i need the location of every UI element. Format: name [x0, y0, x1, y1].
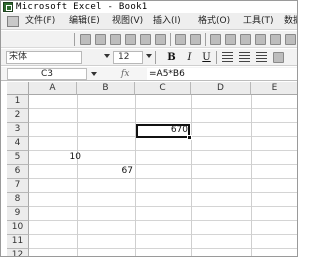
- menu-tools[interactable]: 工具(T): [243, 13, 274, 30]
- print-icon[interactable]: [140, 34, 151, 45]
- font-name-value: 宋体: [9, 52, 28, 62]
- font-name-select[interactable]: 宋体: [6, 51, 82, 64]
- formula-bar: C3 fx =A5*B6: [1, 67, 297, 81]
- menu-data[interactable]: 数据: [284, 13, 297, 30]
- spelling-icon[interactable]: [175, 34, 186, 45]
- print-preview-icon[interactable]: [155, 34, 166, 45]
- title-bar: Microsoft Excel - Book1: [1, 1, 297, 13]
- font-size-dropdown-icon[interactable]: [146, 54, 152, 58]
- open-icon[interactable]: [95, 34, 106, 45]
- name-box-dropdown-icon[interactable]: [91, 72, 97, 76]
- row-header[interactable]: 2: [7, 109, 29, 123]
- menu-bar: 文件(F) 编辑(E) 视图(V) 插入(I) 格式(O) 工具(T) 数据: [1, 13, 297, 30]
- formula-text: =A5*B6: [149, 69, 185, 79]
- column-header-c[interactable]: C: [135, 82, 191, 95]
- toolbar-separator: [155, 51, 156, 64]
- merge-center-icon[interactable]: [273, 52, 284, 63]
- underline-button[interactable]: U: [201, 51, 212, 64]
- name-box[interactable]: C3: [7, 68, 87, 80]
- menu-insert[interactable]: 插入(I): [153, 13, 181, 30]
- fill-handle[interactable]: [187, 135, 192, 140]
- column-header-e[interactable]: E: [251, 82, 297, 95]
- permission-icon[interactable]: [125, 34, 136, 45]
- menu-file[interactable]: 文件(F): [25, 13, 55, 30]
- format-painter-icon[interactable]: [255, 34, 266, 45]
- row-header[interactable]: 3: [7, 123, 29, 137]
- select-all-corner[interactable]: [7, 82, 29, 95]
- row-header[interactable]: 11: [7, 235, 29, 249]
- active-cell-border: [136, 124, 192, 140]
- row-header[interactable]: 12: [7, 249, 29, 256]
- window-title: Microsoft Excel - Book1: [16, 2, 148, 12]
- menu-view[interactable]: 视图(V): [112, 13, 143, 30]
- toolbar-separator: [216, 51, 217, 64]
- row-header[interactable]: 6: [7, 165, 29, 179]
- menu-format[interactable]: 格式(O): [198, 13, 230, 30]
- row-header[interactable]: 8: [7, 193, 29, 207]
- cell-area[interactable]: [29, 95, 297, 256]
- row-header[interactable]: 9: [7, 207, 29, 221]
- standard-toolbar: [1, 31, 297, 48]
- name-box-value: C3: [40, 69, 53, 79]
- font-size-select[interactable]: 12: [113, 51, 143, 64]
- align-right-icon[interactable]: [256, 52, 267, 63]
- menu-edit[interactable]: 编辑(E): [69, 13, 100, 30]
- row-header[interactable]: 5: [7, 151, 29, 165]
- workbook-icon[interactable]: [7, 16, 19, 27]
- row-header[interactable]: 1: [7, 95, 29, 109]
- research-icon[interactable]: [190, 34, 201, 45]
- column-header-b[interactable]: B: [77, 82, 135, 95]
- undo-icon[interactable]: [270, 34, 281, 45]
- save-icon[interactable]: [110, 34, 121, 45]
- worksheet-grid: A B C D E 1 2 3 4 5 6 7 8 9 10 11 12 10 …: [1, 82, 297, 256]
- formula-input[interactable]: =A5*B6: [147, 68, 297, 80]
- insert-function-icon[interactable]: fx: [121, 67, 129, 81]
- italic-button[interactable]: I: [184, 51, 195, 64]
- row-header[interactable]: 7: [7, 179, 29, 193]
- excel-app-icon: [3, 2, 13, 12]
- toolbar-separator: [74, 33, 75, 46]
- formatting-toolbar: 宋体 12 B I U: [1, 49, 297, 66]
- align-center-icon[interactable]: [239, 52, 250, 63]
- new-icon[interactable]: [80, 34, 91, 45]
- bold-button[interactable]: B: [166, 51, 177, 64]
- cell-b6[interactable]: 67: [77, 165, 133, 178]
- excel-window: Microsoft Excel - Book1 文件(F) 编辑(E) 视图(V…: [0, 0, 298, 257]
- column-header-d[interactable]: D: [191, 82, 251, 95]
- row-header[interactable]: 4: [7, 137, 29, 151]
- cell-a5[interactable]: 10: [29, 151, 81, 164]
- toolbar-separator: [205, 33, 206, 46]
- font-size-value: 12: [118, 52, 130, 62]
- align-left-icon[interactable]: [222, 52, 233, 63]
- copy-icon[interactable]: [225, 34, 236, 45]
- font-name-dropdown-icon[interactable]: [104, 54, 110, 58]
- column-header-a[interactable]: A: [29, 82, 77, 95]
- toolbar-separator: [170, 33, 171, 46]
- cut-icon[interactable]: [210, 34, 221, 45]
- redo-icon[interactable]: [285, 34, 296, 45]
- row-header[interactable]: 10: [7, 221, 29, 235]
- paste-icon[interactable]: [240, 34, 251, 45]
